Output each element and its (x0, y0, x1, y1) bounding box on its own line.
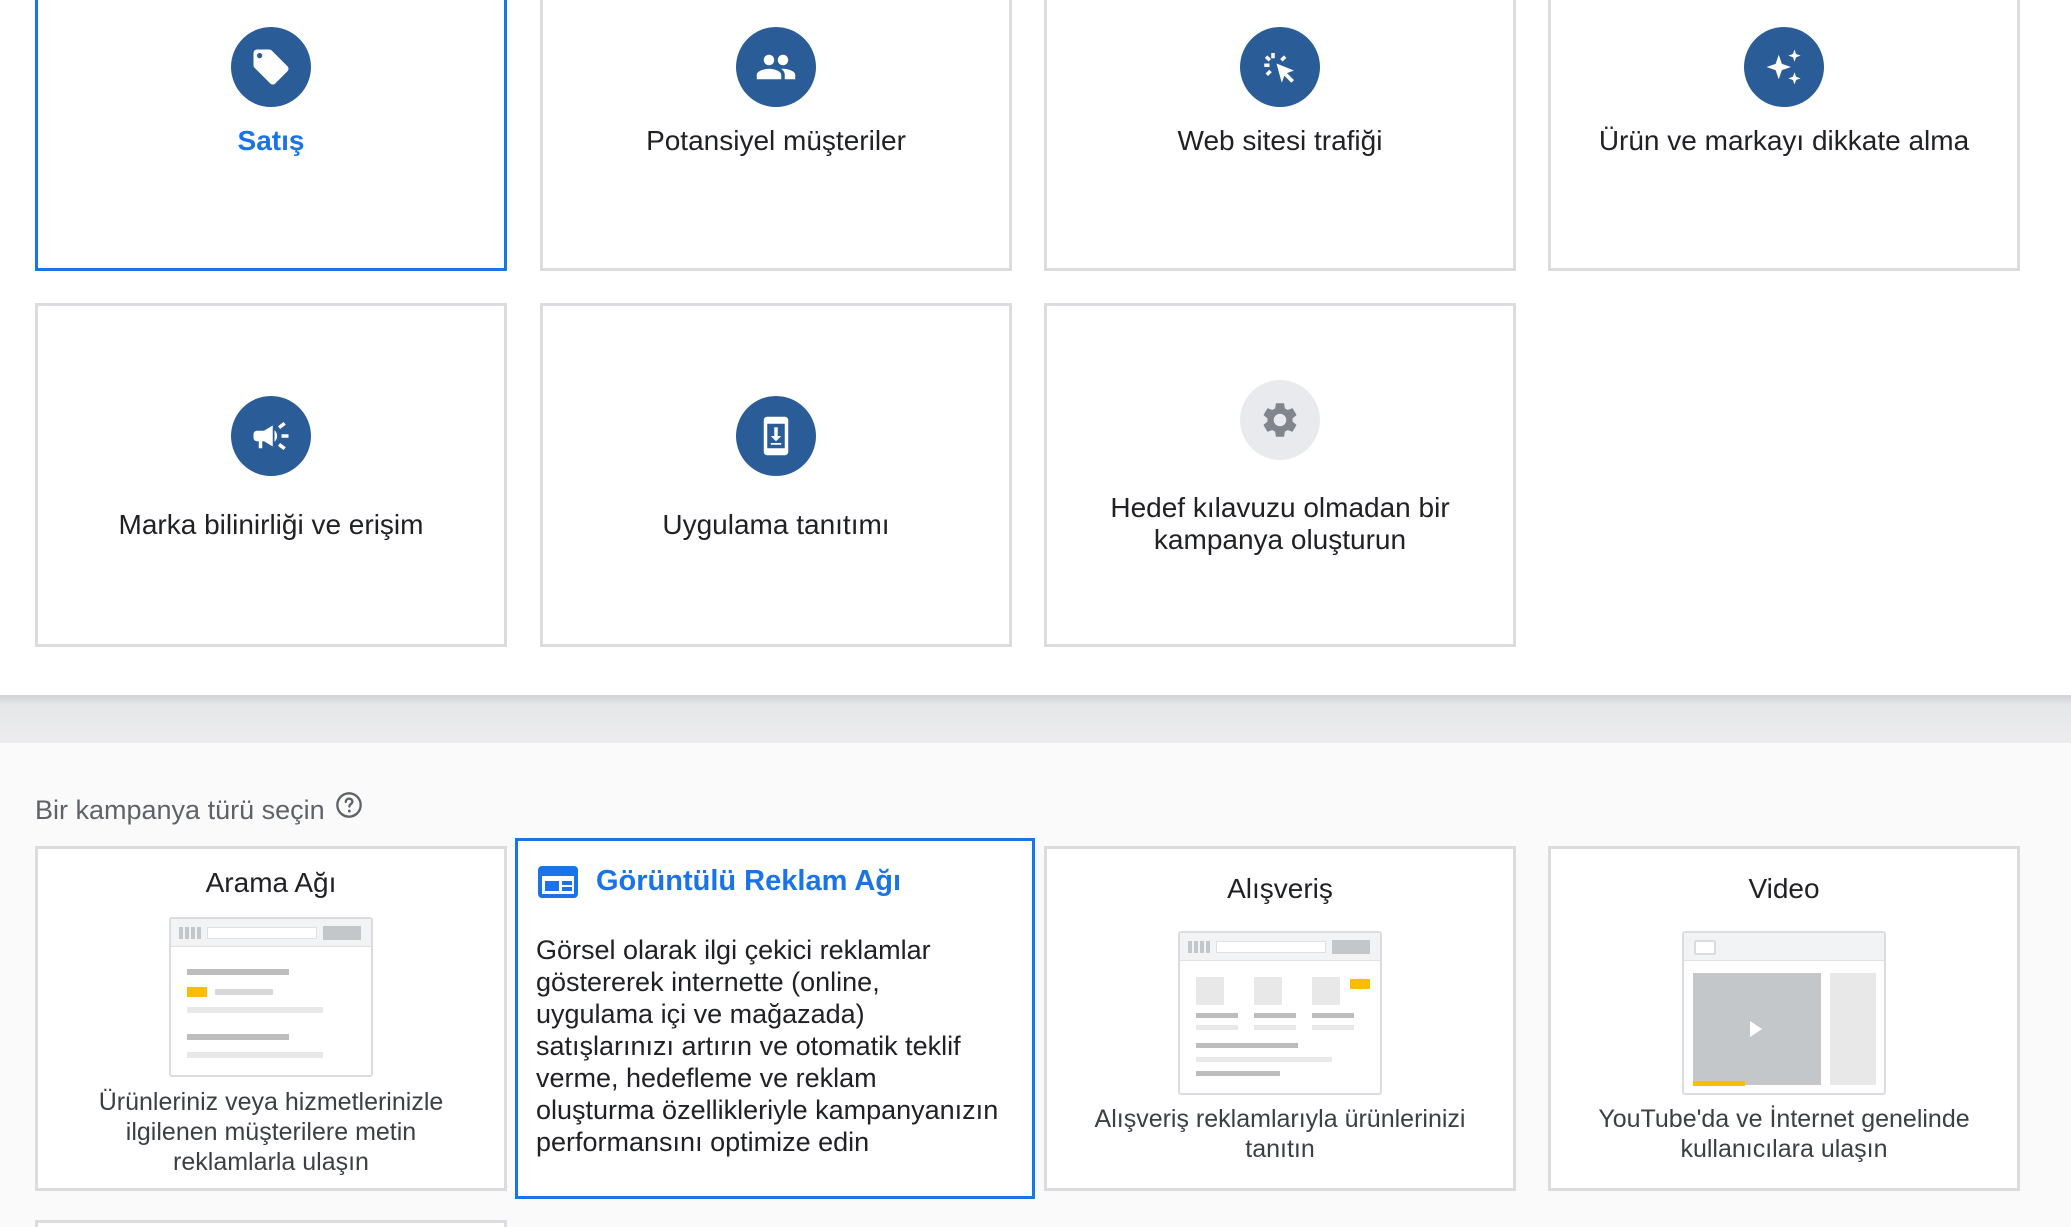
goal-card-leads[interactable]: Potansiyel müşteriler (540, 0, 1012, 271)
goal-card-sales[interactable]: Satış (35, 0, 507, 271)
phone-download-icon (736, 396, 816, 476)
campaign-type-next-card[interactable] (35, 1220, 507, 1227)
goal-card-brand-awareness[interactable]: Marka bilinirliği ve erişim (35, 303, 507, 647)
campaign-type-display-desc: Görsel olarak ilgi çekici reklamlar göst… (536, 934, 1018, 1158)
campaign-type-shopping-title: Alışveriş (1227, 873, 1333, 904)
goal-label-app-promotion: Uygulama tanıtımı (662, 509, 890, 540)
desc-line: performansını optimize edin (536, 1127, 870, 1157)
goal-label-brand-awareness: Marka bilinirliği ve erişim (118, 509, 424, 540)
tag-icon (231, 27, 311, 107)
goal-card-website-traffic[interactable]: Web sitesi trafiği (1044, 0, 1516, 271)
desc-line: uygulama içi ve mağazada) (536, 999, 865, 1029)
goal-card-no-guidance[interactable]: Hedef kılavuzu olmadan bir kampanya oluş… (1044, 303, 1516, 647)
desc-line: verme, hedefleme ve reklam (536, 1063, 877, 1093)
desc-line: reklamlarla ulaşın (173, 1148, 369, 1176)
campaign-type-search-title: Arama Ağı (205, 867, 337, 898)
desc-line: Ürünleriniz veya hizmetlerinizle (98, 1088, 444, 1116)
people-icon (736, 27, 816, 107)
goal-label-no-guidance-line1: Hedef kılavuzu olmadan bir (1110, 492, 1450, 523)
campaign-goal-page: Satış Potansiyel müşteriler Web sitesi t… (0, 0, 2071, 1227)
goal-card-app-promotion[interactable]: Uygulama tanıtımı (540, 303, 1012, 647)
goal-selection-section: Satış Potansiyel müşteriler Web sitesi t… (0, 0, 2071, 695)
campaign-type-section: Bir kampanya türü seçin Arama Ağı Ürünle… (0, 743, 2071, 1227)
goal-label-sales: Satış (237, 125, 305, 156)
campaign-type-heading: Bir kampanya türü seçin (35, 791, 363, 826)
cursor-click-icon (1240, 27, 1320, 107)
shopping-illustration (1178, 931, 1382, 1095)
section-divider (0, 695, 2071, 743)
search-illustration (169, 917, 373, 1077)
goal-label-leads: Potansiyel müşteriler (646, 125, 906, 156)
desc-line: ilgilenen müşterilere metin (125, 1118, 417, 1146)
display-network-icon (538, 865, 578, 898)
desc-line: Alışveriş reklamlarıyla ürünlerinizi (1094, 1105, 1466, 1133)
campaign-type-display-title: Görüntülü Reklam Ağı (596, 865, 902, 897)
goal-label-consideration: Ürün ve markayı dikkate alma (1598, 125, 1970, 156)
desc-line: Görsel olarak ilgi çekici reklamlar (536, 935, 931, 965)
campaign-type-display[interactable]: Görüntülü Reklam Ağı Görsel olarak ilgi … (515, 838, 1035, 1199)
goal-label-website-traffic: Web sitesi trafiği (1177, 125, 1383, 156)
campaign-type-search[interactable]: Arama Ağı Ürünleriniz veya hizmetleriniz… (35, 846, 507, 1191)
video-illustration (1682, 931, 1886, 1095)
megaphone-icon (231, 396, 311, 476)
desc-line: tanıtın (1245, 1135, 1315, 1163)
goal-label-no-guidance-line2: kampanya oluşturun (1153, 524, 1407, 555)
campaign-type-video[interactable]: Video YouTube'da ve İnternet genelinde k… (1548, 846, 2020, 1191)
gear-icon (1240, 380, 1320, 460)
desc-line: göstererek internette (online, (536, 967, 880, 997)
desc-line: YouTube'da ve İnternet genelinde (1598, 1105, 1970, 1133)
desc-line: oluşturma özellikleriyle kampanyanızın (536, 1095, 999, 1125)
desc-line: satışlarınızı artırın ve otomatik teklif (536, 1031, 961, 1061)
help-circle-icon[interactable] (335, 791, 363, 819)
campaign-type-video-title: Video (1748, 873, 1820, 904)
campaign-type-search-desc: Ürünleriniz veya hizmetlerinizle ilgilen… (56, 1087, 486, 1177)
desc-line: kullanıcılara ulaşın (1680, 1135, 1888, 1163)
goal-label-no-guidance: Hedef kılavuzu olmadan bir kampanya oluş… (1067, 492, 1493, 556)
campaign-type-display-header: Görüntülü Reklam Ağı (538, 865, 901, 898)
campaign-type-video-desc: YouTube'da ve İnternet genelinde kullanı… (1569, 1104, 1999, 1164)
goal-card-consideration[interactable]: Ürün ve markayı dikkate alma (1548, 0, 2020, 271)
campaign-type-title: Bir kampanya türü seçin (35, 795, 325, 825)
campaign-type-shopping[interactable]: Alışveriş Alışveriş reklamlarıyla ürünle… (1044, 846, 1516, 1191)
campaign-type-shopping-desc: Alışveriş reklamlarıyla ürünlerinizi tan… (1065, 1104, 1495, 1164)
sparkle-icon (1744, 27, 1824, 107)
